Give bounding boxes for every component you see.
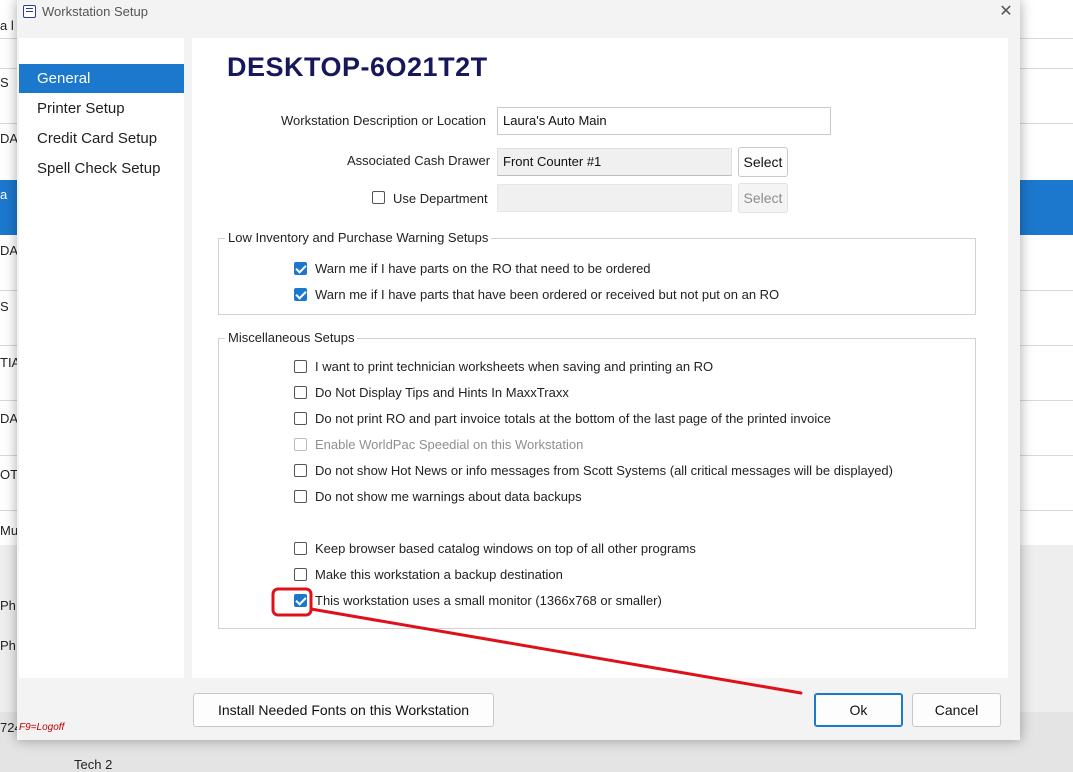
- department-select-button: Select: [738, 183, 788, 213]
- sidebar-item-general[interactable]: General: [19, 64, 184, 93]
- cash-drawer-field[interactable]: Front Counter #1: [497, 148, 732, 176]
- hide-tips-checkbox[interactable]: [294, 386, 307, 399]
- hide-hot-news-label: Do not show Hot News or info messages fr…: [315, 463, 893, 478]
- ok-button[interactable]: Ok: [814, 693, 903, 727]
- misc-group-title: Miscellaneous Setups: [225, 330, 358, 345]
- low-inventory-group-title: Low Inventory and Purchase Warning Setup…: [225, 230, 492, 245]
- worldpac-speedial-label: Enable WorldPac Speedial on this Worksta…: [315, 437, 584, 452]
- bg-cell: Ph: [0, 598, 16, 613]
- bg-cell: a l: [0, 18, 14, 33]
- use-department-checkbox[interactable]: [372, 191, 385, 204]
- bg-cell: S: [0, 299, 9, 314]
- catalog-on-top-label: Keep browser based catalog windows on to…: [315, 541, 696, 556]
- hide-invoice-totals-checkbox[interactable]: [294, 412, 307, 425]
- hide-backup-warnings-checkbox[interactable]: [294, 490, 307, 503]
- bg-cell: Mu: [0, 523, 19, 538]
- use-department-label: Use Department: [393, 191, 488, 206]
- small-monitor-checkbox[interactable]: [294, 594, 307, 607]
- description-label: Workstation Description or Location: [281, 113, 486, 128]
- small-monitor-label: This workstation uses a small monitor (1…: [315, 593, 662, 608]
- catalog-on-top-checkbox[interactable]: [294, 542, 307, 555]
- warn-parts-need-ordered-label: Warn me if I have parts on the RO that n…: [315, 261, 651, 276]
- cash-drawer-select-button[interactable]: Select: [738, 147, 788, 177]
- backup-destination-label: Make this workstation a backup destinati…: [315, 567, 563, 582]
- bg-cell: Ph: [0, 638, 16, 653]
- warn-parts-not-on-ro-checkbox[interactable]: [294, 288, 307, 301]
- print-tech-worksheets-label: I want to print technician worksheets wh…: [315, 359, 714, 374]
- hide-invoice-totals-label: Do not print RO and part invoice totals …: [315, 411, 831, 426]
- cash-drawer-label: Associated Cash Drawer: [347, 153, 491, 168]
- warn-parts-need-ordered-checkbox[interactable]: [294, 262, 307, 275]
- app-window-icon: [23, 5, 36, 18]
- misc-group: Miscellaneous Setups I want to print tec…: [218, 330, 976, 629]
- sidebar-item-credit-card-setup[interactable]: Credit Card Setup: [19, 124, 184, 153]
- bg-cell: S: [0, 75, 9, 90]
- workstation-setup-dialog: Workstation Setup ✕ General Printer Setu…: [17, 0, 1020, 740]
- worldpac-speedial-checkbox: [294, 438, 307, 451]
- sidebar-item-printer-setup[interactable]: Printer Setup: [19, 94, 184, 123]
- warn-parts-not-on-ro-label: Warn me if I have parts that have been o…: [315, 287, 780, 302]
- department-field: [497, 184, 732, 212]
- backup-destination-checkbox[interactable]: [294, 568, 307, 581]
- hostname-heading: DESKTOP-6O21T2T: [227, 52, 488, 82]
- install-fonts-button[interactable]: Install Needed Fonts on this Workstation: [193, 693, 494, 727]
- bg-cell: DA: [0, 243, 19, 258]
- bg-cell: a: [0, 187, 8, 202]
- dialog-title: Workstation Setup: [42, 4, 148, 19]
- logoff-hint: F9=Logoff: [19, 722, 65, 733]
- cancel-button[interactable]: Cancel: [912, 693, 1001, 727]
- bg-cell: Tech 2: [74, 757, 113, 772]
- hide-hot-news-checkbox[interactable]: [294, 464, 307, 477]
- general-settings-panel: DESKTOP-6O21T2T Workstation Description …: [192, 38, 1008, 678]
- print-tech-worksheets-checkbox[interactable]: [294, 360, 307, 373]
- low-inventory-group: Low Inventory and Purchase Warning Setup…: [218, 230, 976, 315]
- settings-sidebar: General Printer Setup Credit Card Setup …: [19, 38, 184, 678]
- sidebar-item-spell-check-setup[interactable]: Spell Check Setup: [19, 154, 184, 183]
- description-field[interactable]: Laura's Auto Main: [497, 107, 831, 135]
- hide-tips-label: Do Not Display Tips and Hints In MaxxTra…: [315, 385, 569, 400]
- close-icon[interactable]: ✕: [997, 3, 1015, 21]
- hide-backup-warnings-label: Do not show me warnings about data backu…: [315, 489, 582, 504]
- dialog-titlebar: Workstation Setup ✕: [17, 0, 1020, 24]
- bg-cell: DA: [0, 411, 19, 426]
- bg-cell: DA: [0, 131, 19, 146]
